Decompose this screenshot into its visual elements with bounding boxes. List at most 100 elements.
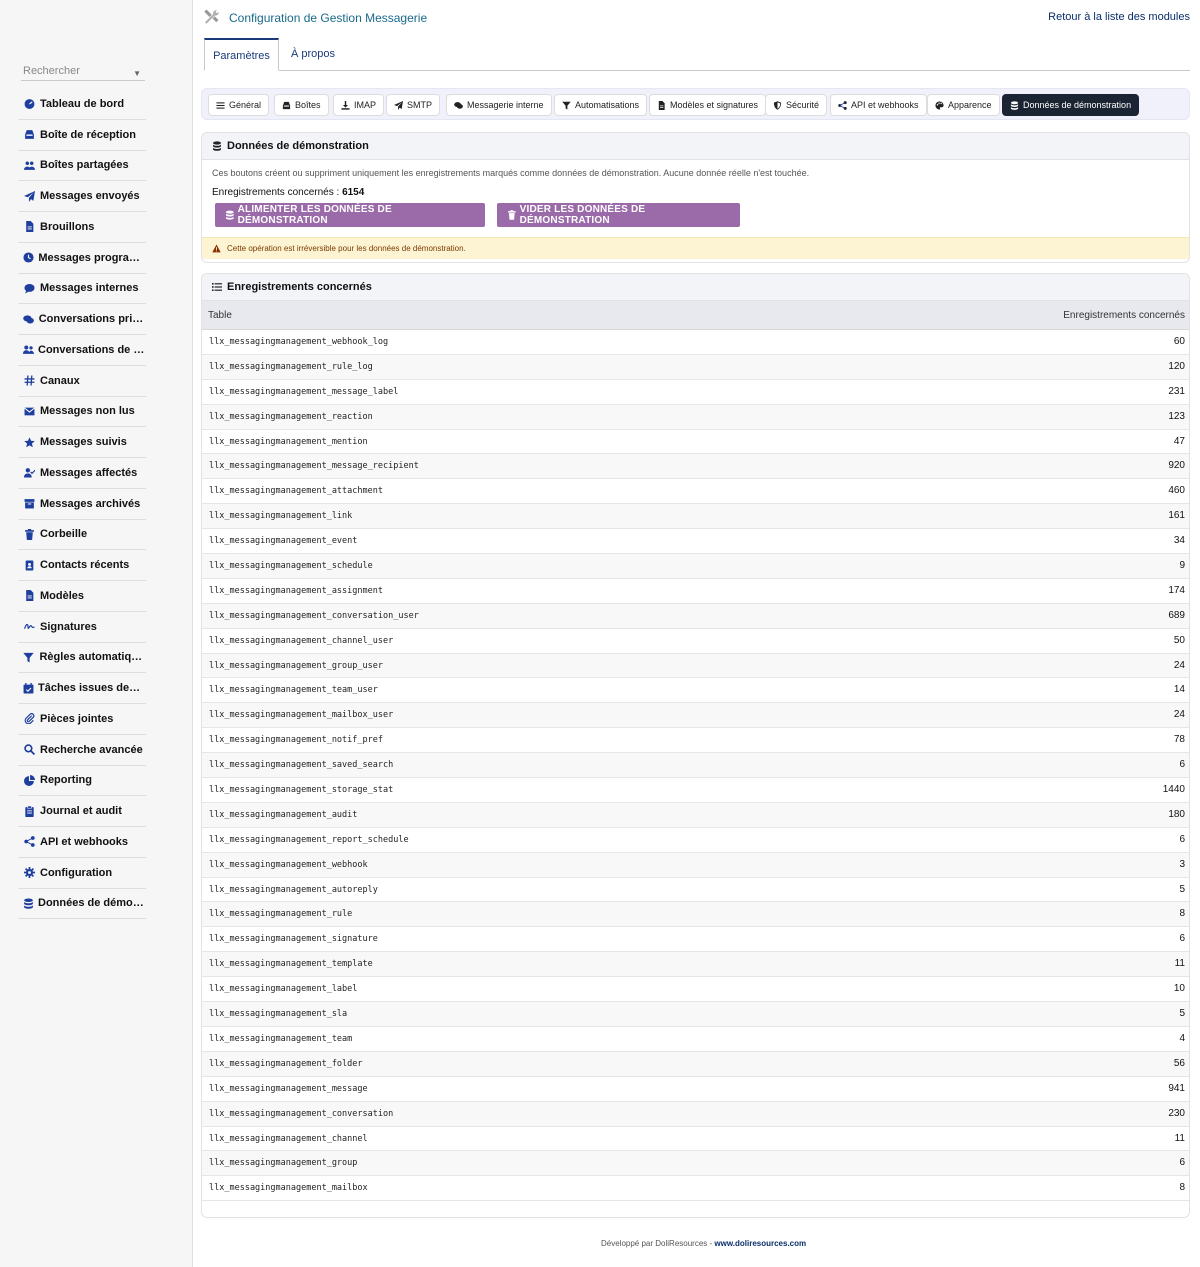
footer-link[interactable]: www.doliresources.com	[714, 1239, 806, 1248]
subtab-5[interactable]: Automatisations	[554, 94, 648, 116]
table-row: llx_messagingmanagement_signature 6	[202, 927, 1189, 953]
records-table-body: llx_messagingmanagement_webhook_log 60 llx…	[202, 330, 1189, 1202]
warning-icon	[212, 244, 221, 253]
table-name-cell: llx_messagingmanagement_link	[209, 511, 353, 522]
sidebar-item-24[interactable]: API et webhooks	[18, 827, 146, 858]
sidebar-item-icon	[22, 282, 36, 294]
tab-parametres[interactable]: Paramètres	[204, 38, 279, 71]
seed-demo-button[interactable]: ALIMENTER LES DONNÉES DE DÉMONSTRATION	[215, 203, 485, 227]
sidebar-item-23[interactable]: Journal et audit	[18, 796, 146, 827]
search-placeholder: Rechercher	[23, 65, 80, 77]
sidebar-item-icon	[22, 129, 36, 141]
sidebar-item-17[interactable]: Signatures	[18, 612, 146, 643]
sidebar-item-icon	[22, 867, 36, 879]
sidebar-item-icon	[22, 98, 36, 110]
clear-demo-button[interactable]: VIDER LES DONNÉES DE DÉMONSTRATION	[497, 203, 740, 227]
sidebar-item-21[interactable]: Recherche avancée	[18, 735, 146, 766]
sidebar-item-13[interactable]: Messages archivés	[18, 489, 146, 520]
subtab-8[interactable]: API et webhooks	[830, 94, 927, 116]
sidebar-item-5[interactable]: Messages programmés	[18, 243, 146, 274]
column-count: Enregistrements concernés	[1063, 310, 1185, 321]
table-name-cell: llx_messagingmanagement_webhook	[209, 859, 368, 870]
back-to-modules-link[interactable]: Retour à la liste des modules	[1048, 11, 1190, 23]
inbox-icon	[24, 130, 34, 140]
sidebar-item-0[interactable]: Tableau de bord	[18, 89, 146, 120]
sidebar-item-22[interactable]: Reporting	[18, 766, 146, 797]
inbox-icon	[282, 101, 291, 109]
sidebar-item-8[interactable]: Conversations de groupe	[18, 335, 146, 366]
sidebar-item-label: Journal et audit	[40, 805, 122, 818]
sidebar-item-label: Messages suivis	[40, 436, 127, 449]
subtab-7[interactable]: Sécurité	[765, 94, 828, 116]
sidebar-item-3[interactable]: Messages envoyés	[18, 181, 146, 212]
subtab-4[interactable]: Messagerie interne	[446, 94, 552, 116]
sidebar-item-icon	[22, 221, 36, 233]
sidebar-item-icon	[22, 651, 35, 663]
tab-a-propos[interactable]: À propos	[281, 38, 345, 71]
record-count-label: Enregistrements concernés :	[212, 187, 340, 198]
subtab-1[interactable]: Boîtes	[274, 94, 329, 116]
subtab-9[interactable]: Apparence	[927, 94, 1000, 116]
sidebar-item-12[interactable]: Messages affectés	[18, 458, 146, 489]
sidebar-item-1[interactable]: Boîte de réception	[18, 120, 146, 151]
subtab-2[interactable]: IMAP	[333, 94, 385, 116]
record-count-cell: 1440	[1162, 784, 1185, 796]
sidebar-item-25[interactable]: Configuration	[18, 858, 146, 889]
star-icon	[23, 436, 35, 447]
user-group-icon	[22, 345, 34, 355]
sidebar-item-label: Données de démonstration	[38, 897, 146, 910]
sidebar-item-16[interactable]: Modèles	[18, 581, 146, 612]
subtab-0[interactable]: Général	[208, 94, 270, 116]
sidebar-item-9[interactable]: Canaux	[18, 366, 146, 397]
sidebar-item-7[interactable]: Conversations privées	[18, 304, 146, 335]
sidebar-item-label: Conversations de groupe	[38, 343, 146, 356]
table-name-cell: llx_messagingmanagement_rule_log	[209, 361, 373, 372]
record-count-cell: 231	[1168, 385, 1185, 397]
table-name-cell: llx_messagingmanagement_event	[209, 536, 358, 547]
sidebar-item-6[interactable]: Messages internes	[18, 274, 146, 305]
trash-icon	[507, 210, 516, 220]
record-count-cell: 920	[1168, 460, 1185, 472]
sidebar-item-26[interactable]: Données de démonstration	[18, 889, 146, 920]
share-icon	[23, 836, 35, 848]
sidebar-item-15[interactable]: Contacts récents	[18, 550, 146, 581]
paperclip-icon	[24, 713, 34, 725]
sidebar-item-icon	[22, 590, 36, 602]
table-row: llx_messagingmanagement_schedule 9	[202, 554, 1189, 579]
sidebar-item-icon	[22, 252, 34, 264]
sidebar-item-label: Messages internes	[40, 282, 139, 295]
table-name-cell: llx_messagingmanagement_message_label	[209, 386, 399, 397]
table-name-cell: llx_messagingmanagement_group_user	[209, 660, 383, 671]
sidebar-item-20[interactable]: Pièces jointes	[18, 704, 146, 735]
record-count-cell: 5	[1179, 883, 1185, 895]
table-row: llx_messagingmanagement_notif_pref 78	[202, 728, 1189, 754]
table-row: llx_messagingmanagement_template 11	[202, 952, 1189, 978]
calendar-check-icon	[23, 682, 33, 694]
sidebar-item-2[interactable]: Boîtes partagées	[18, 151, 146, 182]
file-icon	[25, 221, 33, 233]
sidebar-item-4[interactable]: Brouillons	[18, 212, 146, 243]
sidebar-item-label: Modèles	[40, 589, 85, 602]
settings-subtabs: Général Boîtes IMAP SMTP Messagerie interne A…	[201, 88, 1190, 120]
table-row: llx_messagingmanagement_group 6	[202, 1151, 1189, 1177]
sidebar-item-18[interactable]: Règles automatiques	[18, 643, 146, 674]
sidebar-item-14[interactable]: Corbeille	[18, 520, 146, 551]
sidebar-item-label: Canaux	[40, 374, 80, 387]
sidebar-item-icon	[22, 313, 35, 325]
table-name-cell: llx_messagingmanagement_sla	[209, 1009, 348, 1020]
sidebar-search-select[interactable]: Rechercher ▼	[21, 63, 145, 81]
subtab-10[interactable]: Données de démonstration	[1002, 94, 1140, 116]
table-name-cell: llx_messagingmanagement_rule	[209, 909, 353, 920]
footer: Développé par DoliResources - www.dolire…	[601, 1239, 806, 1248]
table-name-cell: llx_messagingmanagement_reaction	[209, 411, 373, 422]
table-name-cell: llx_messagingmanagement_channel_user	[209, 635, 394, 646]
table-name-cell: llx_messagingmanagement_group	[209, 1158, 358, 1169]
subtab-6[interactable]: Modèles et signatures	[649, 94, 767, 116]
sidebar-item-11[interactable]: Messages suivis	[18, 427, 146, 458]
sidebar-item-19[interactable]: Tâches issues des messages	[18, 673, 146, 704]
list-icon	[212, 283, 222, 291]
subtab-label: Données de démonstration	[1023, 100, 1132, 110]
table-name-cell: llx_messagingmanagement_label	[209, 984, 358, 995]
subtab-3[interactable]: SMTP	[386, 94, 441, 116]
sidebar-item-10[interactable]: Messages non lus	[18, 397, 146, 428]
